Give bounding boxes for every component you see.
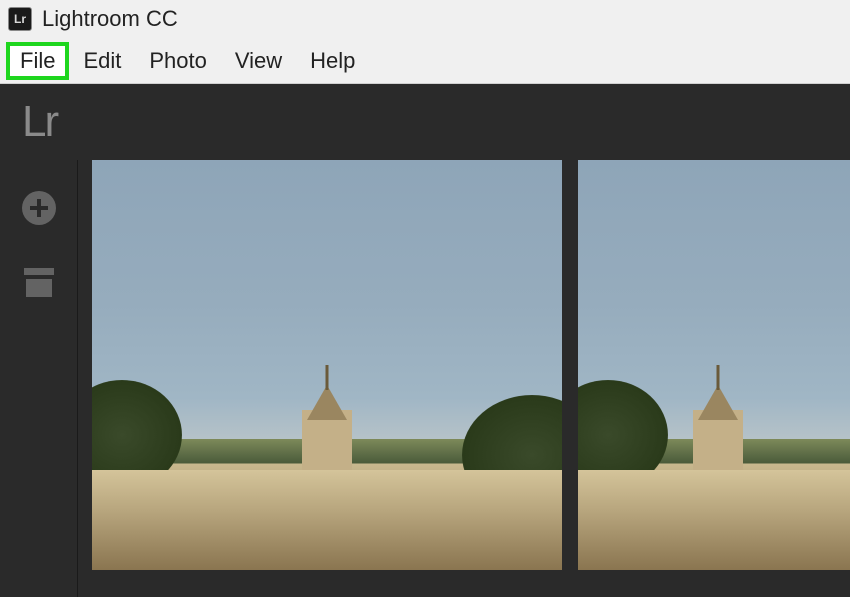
photo-thumbnail[interactable]	[578, 160, 850, 570]
menu-help[interactable]: Help	[296, 44, 369, 78]
plus-circle-icon	[22, 191, 56, 225]
content-row	[0, 160, 850, 597]
brand-logo: Lr	[22, 97, 57, 147]
window-title: Lightroom CC	[42, 6, 178, 32]
menu-bar: File Edit Photo View Help	[0, 38, 850, 84]
photo-content-decoration	[698, 385, 738, 420]
app-icon: Lr	[8, 7, 32, 31]
archive-button[interactable]	[21, 264, 57, 300]
photo-content-decoration	[326, 365, 329, 390]
menu-view[interactable]: View	[221, 44, 296, 78]
left-rail	[0, 160, 78, 597]
photo-content-decoration	[717, 365, 720, 390]
photo-content-decoration	[307, 385, 347, 420]
window-title-bar: Lr Lightroom CC	[0, 0, 850, 38]
menu-photo[interactable]: Photo	[135, 44, 221, 78]
brand-row: Lr	[0, 84, 850, 160]
app-icon-text: Lr	[14, 12, 26, 26]
archive-icon	[24, 268, 54, 297]
photo-content-decoration	[578, 470, 850, 570]
thumbnails-area	[78, 160, 850, 597]
menu-edit[interactable]: Edit	[69, 44, 135, 78]
app-body: Lr	[0, 84, 850, 597]
photo-thumbnail[interactable]	[92, 160, 562, 570]
menu-file[interactable]: File	[6, 42, 69, 80]
photo-content-decoration	[92, 470, 562, 570]
add-photos-button[interactable]	[21, 190, 57, 226]
